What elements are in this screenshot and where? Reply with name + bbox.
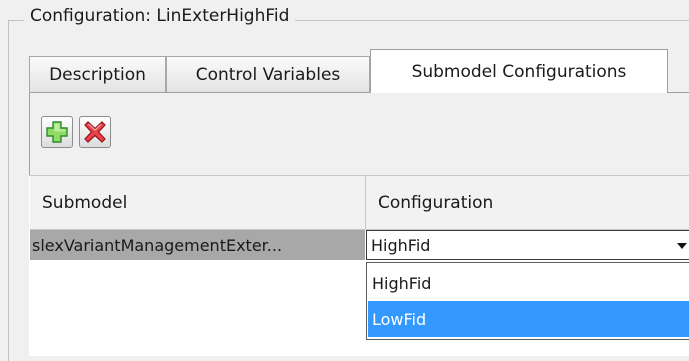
configuration-group-title: Configuration: LinExterHighFid [24, 6, 296, 26]
submodel-cell[interactable]: slexVariantManagementExter... [30, 230, 363, 260]
column-header-submodel[interactable]: Submodel [30, 176, 365, 230]
add-button[interactable] [41, 116, 73, 148]
configuration-dropdown-list: HighFid LowFid [366, 262, 689, 340]
tab-control-variables[interactable]: Control Variables [166, 56, 370, 92]
chevron-down-icon[interactable] [677, 243, 687, 249]
configuration-combobox-value: HighFid [371, 235, 431, 255]
add-icon [46, 121, 68, 143]
delete-icon [84, 121, 106, 143]
tab-description[interactable]: Description [29, 56, 166, 92]
delete-button[interactable] [79, 116, 111, 148]
tab-submodel-configurations[interactable]: Submodel Configurations [370, 49, 668, 93]
dropdown-option-highfid[interactable]: HighFid [368, 265, 689, 301]
dropdown-option-lowfid[interactable]: LowFid [368, 301, 689, 337]
column-separator [365, 176, 366, 230]
configuration-combobox[interactable]: HighFid [366, 230, 689, 260]
column-header-configuration[interactable]: Configuration [366, 176, 689, 230]
